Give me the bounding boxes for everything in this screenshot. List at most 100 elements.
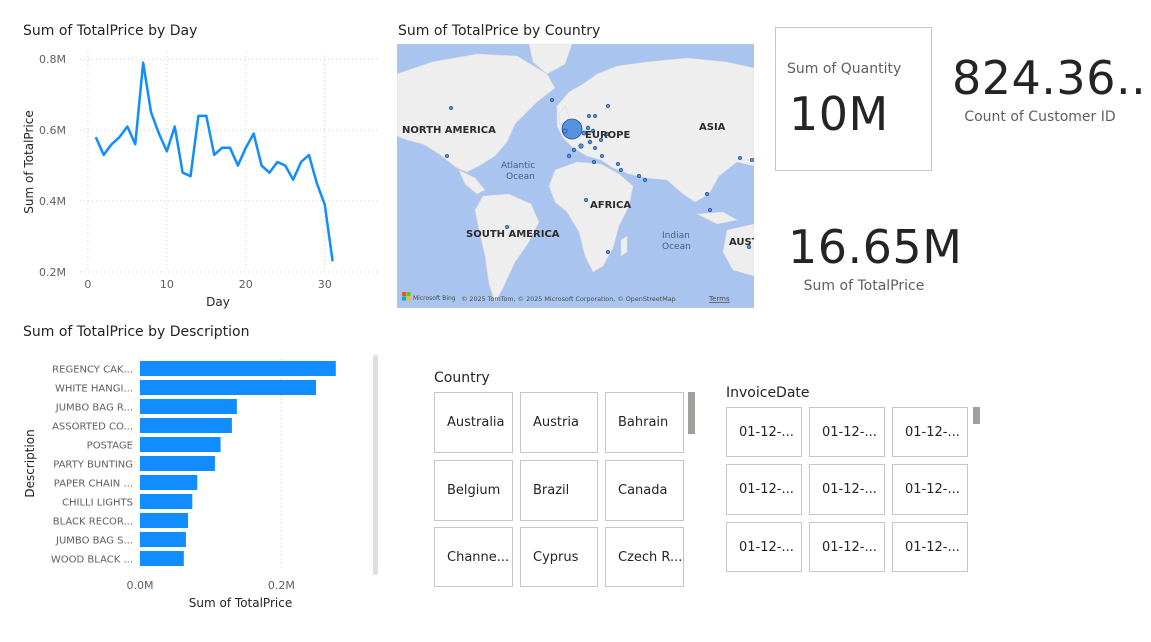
bar-chart[interactable]: 0.0M 0.2M REGENCY CAK... WHITE HANGI... JUMB…: [15, 345, 385, 620]
south-america-landmass: [474, 193, 540, 303]
date-tile[interactable]: 01-12-...: [892, 522, 968, 572]
category-label: JUMBO BAG S...: [55, 536, 133, 547]
date-tile[interactable]: 01-12-...: [892, 464, 968, 515]
map-bubble[interactable]: [592, 114, 597, 119]
y-axis-title: Sum of TotalPrice: [22, 110, 36, 213]
category-label: PARTY BUNTING: [53, 460, 133, 471]
customer-count-value: 824.36...: [952, 51, 1151, 105]
map-bubble[interactable]: [605, 104, 610, 109]
category-label: REGENCY CAK...: [52, 365, 133, 376]
map-terms-link[interactable]: Terms: [708, 295, 730, 303]
map-attribution: © 2025 TomTom, © 2025 Microsoft Corporat…: [461, 295, 676, 303]
country-tile[interactable]: Bahrain: [605, 392, 684, 453]
line-chart[interactable]: 0.2M 0.4M 0.6M 0.8M 0 10 20 30 Day Sum of TotalPr…: [15, 40, 385, 330]
australia-landmass: [722, 223, 754, 277]
x-tick-label: 0: [84, 278, 91, 291]
country-tile[interactable]: Australia: [434, 392, 513, 453]
map-label-atlantic-2: Ocean: [506, 172, 535, 182]
map-title: Sum of TotalPrice by Country: [398, 23, 601, 39]
y-tick-label: 0.4M: [39, 195, 66, 208]
y-tick-label: 0.6M: [39, 124, 66, 137]
bar: [140, 361, 336, 376]
map-bubble[interactable]: [562, 128, 568, 134]
date-tile[interactable]: 01-12-...: [809, 464, 885, 515]
total-price-value: 16.65M: [788, 220, 963, 274]
line-chart-title: Sum of TotalPrice by Day: [23, 23, 198, 39]
bar-chart-title: Sum of TotalPrice by Description: [23, 324, 250, 340]
map-bubble[interactable]: [578, 143, 584, 149]
country-map[interactable]: NORTH AMERICA EUROPE ASIA AFRICA SOUTH A…: [397, 44, 754, 308]
x-axis-title: Day: [206, 295, 230, 309]
map-bubble[interactable]: [704, 191, 709, 196]
date-slicer-title: InvoiceDate: [726, 385, 810, 401]
africa-landmass: [548, 161, 634, 273]
x-tick-label: 0.0M: [127, 579, 154, 592]
map-bubble[interactable]: [737, 156, 742, 161]
x-tick-label: 10: [160, 278, 174, 291]
date-tile[interactable]: 01-12-...: [726, 407, 802, 457]
date-tile[interactable]: 01-12-...: [892, 407, 968, 457]
quantity-card-value: 10M: [789, 87, 889, 141]
map-bubble[interactable]: [549, 98, 554, 103]
indonesia-landmass: [695, 211, 738, 225]
country-slicer-title: Country: [434, 370, 490, 386]
date-tile[interactable]: 01-12-...: [809, 407, 885, 457]
date-tile[interactable]: 01-12-...: [726, 464, 802, 515]
map-bubble[interactable]: [636, 173, 641, 178]
country-tile[interactable]: Austria: [520, 392, 598, 453]
country-tile[interactable]: Cyprus: [520, 527, 598, 587]
date-tile[interactable]: 01-12-...: [809, 522, 885, 572]
bar: [140, 399, 237, 414]
map-label-australia: AUST: [729, 237, 754, 248]
bing-logo: Microsoft Bing: [402, 292, 456, 302]
country-tile[interactable]: Channe...: [434, 527, 513, 587]
map-bubble[interactable]: [605, 249, 610, 254]
svg-text:Microsoft Bing: Microsoft Bing: [413, 295, 456, 302]
map-bubble[interactable]: [566, 153, 572, 159]
date-slicer-scrollbar[interactable]: [973, 407, 980, 424]
category-label: WHITE HANGI...: [55, 384, 133, 395]
central-america-landmass: [458, 169, 486, 195]
country-tile[interactable]: Brazil: [520, 460, 598, 521]
bar: [140, 418, 232, 433]
map-bubble[interactable]: [707, 207, 712, 212]
series-line: [94, 61, 334, 262]
bar: [140, 456, 215, 471]
map-bubble[interactable]: [615, 162, 620, 167]
map-bubble[interactable]: [586, 114, 591, 119]
map-bubble[interactable]: [599, 154, 604, 159]
map-bubble[interactable]: [583, 197, 588, 202]
map-bubble[interactable]: [642, 177, 647, 182]
country-tile[interactable]: Czech R...: [605, 527, 684, 587]
country-tile[interactable]: Belgium: [434, 460, 513, 521]
country-slicer-scrollbar[interactable]: [688, 392, 695, 434]
map-bubble[interactable]: [591, 160, 596, 165]
date-tile[interactable]: 01-12-...: [726, 522, 802, 572]
category-label: POSTAGE: [87, 441, 133, 452]
bar: [140, 475, 198, 490]
map-bubble[interactable]: [445, 154, 450, 159]
category-label: PAPER CHAIN ...: [54, 479, 133, 490]
bar: [140, 494, 193, 509]
x-axis-title: Sum of TotalPrice: [189, 596, 292, 610]
map-bubble[interactable]: [592, 146, 597, 151]
map-bubble[interactable]: [749, 158, 754, 163]
category-label: WOOD BLACK ...: [51, 555, 133, 566]
map-bubble[interactable]: [618, 168, 623, 173]
category-label: JUMBO BAG R...: [55, 403, 133, 414]
map-bubble[interactable]: [449, 106, 454, 111]
x-tick-label: 0.2M: [268, 579, 295, 592]
y-tick-label: 0.2M: [39, 266, 66, 279]
bar: [140, 380, 317, 395]
bar: [140, 513, 189, 528]
country-tile[interactable]: Canada: [605, 460, 684, 521]
bar: [140, 437, 221, 452]
category-label: CHILLI LIGHTS: [62, 498, 133, 509]
x-tick-label: 30: [318, 278, 332, 291]
map-label-africa: AFRICA: [590, 200, 631, 211]
bar-chart-scrollbar[interactable]: [373, 355, 378, 575]
bar: [140, 532, 186, 547]
customer-count-label: Count of Customer ID: [964, 109, 1116, 125]
map-bubble[interactable]: [571, 147, 577, 153]
map-label-north-america: NORTH AMERICA: [402, 125, 496, 136]
